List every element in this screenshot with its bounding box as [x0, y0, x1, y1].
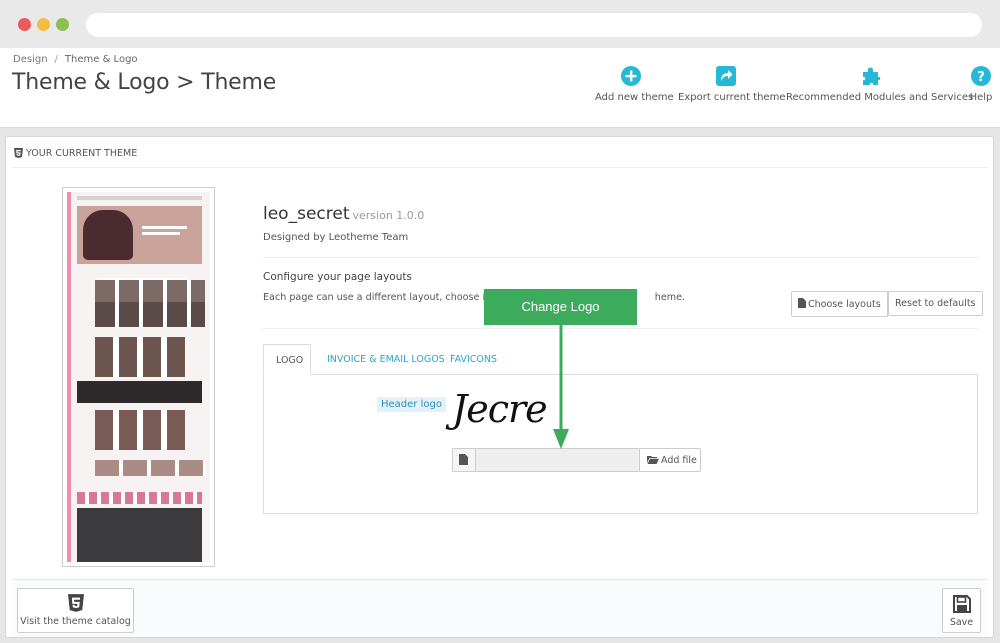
- address-bar[interactable]: [86, 13, 982, 37]
- file-icon: [798, 298, 806, 308]
- theme-preview-canvas: [67, 192, 210, 562]
- breadcrumb-separator: /: [54, 54, 58, 65]
- add-file-button[interactable]: Add file: [641, 449, 701, 471]
- save-label: Save: [949, 617, 974, 628]
- theme-name: leo_secret version 1.0.0: [263, 204, 424, 224]
- current-theme-panel: YOUR CURRENT THEME leo_secret version 1.0…: [5, 136, 994, 638]
- close-window-dot[interactable]: [18, 18, 31, 31]
- logo-file-name-input[interactable]: [476, 449, 640, 471]
- recommended-modules-button[interactable]: Recommended Modules and Services: [786, 66, 973, 103]
- header-logo-preview: Jecre: [452, 387, 548, 431]
- tab-invoice-email-logos[interactable]: INVOICE & EMAIL LOGOS: [315, 344, 457, 375]
- folder-open-icon: [647, 456, 659, 464]
- html5-icon: [14, 148, 23, 158]
- file-icon-box: [453, 449, 476, 471]
- breadcrumb-design-link[interactable]: Design: [13, 54, 48, 65]
- page-title: Theme & Logo > Theme: [12, 70, 277, 95]
- recommended-modules-label: Recommended Modules and Services: [786, 92, 974, 103]
- svg-text:?: ?: [977, 70, 985, 85]
- choose-layouts-button[interactable]: Choose layouts: [791, 291, 888, 317]
- theme-version: version 1.0.0: [352, 209, 425, 222]
- export-current-theme-button[interactable]: Export current theme: [678, 66, 785, 103]
- add-new-theme-button[interactable]: Add new theme: [595, 66, 674, 103]
- panel-heading: YOUR CURRENT THEME: [12, 142, 988, 168]
- breadcrumb: Design / Theme & Logo: [13, 54, 138, 65]
- logo-tab-content: Header logo Jecre Add file: [263, 374, 978, 514]
- maximize-window-dot[interactable]: [56, 18, 69, 31]
- logo-tabs: LOGO INVOICE & EMAIL LOGOS FAVICONS: [263, 344, 978, 375]
- add-file-label: Add file: [661, 455, 697, 466]
- tab-logo[interactable]: LOGO: [263, 344, 311, 375]
- theme-author: Designed by Leotheme Team: [263, 232, 409, 243]
- header-logo-label: Header logo: [377, 397, 446, 412]
- help-button[interactable]: ? Help: [968, 66, 994, 103]
- visit-theme-catalog-label: Visit the theme catalog: [20, 616, 131, 627]
- choose-layouts-label: Choose layouts: [808, 299, 881, 310]
- divider: [263, 328, 978, 329]
- theme-name-text: leo_secret: [263, 204, 350, 224]
- save-button[interactable]: Save: [942, 588, 981, 633]
- panel-footer: Visit the theme catalog Save: [12, 579, 988, 637]
- panel-heading-text: YOUR CURRENT THEME: [26, 148, 138, 159]
- plus-circle-icon: [621, 66, 641, 86]
- floppy-disk-icon: [952, 595, 971, 613]
- reset-to-defaults-button[interactable]: Reset to defaults: [888, 291, 983, 316]
- change-logo-callout: Change Logo: [484, 289, 637, 325]
- breadcrumb-current: Theme & Logo: [64, 54, 138, 65]
- visit-theme-catalog-button[interactable]: Visit the theme catalog: [17, 588, 134, 633]
- file-icon: [459, 454, 468, 465]
- layouts-description-tail: heme.: [654, 292, 686, 303]
- layouts-title: Configure your page layouts: [263, 271, 412, 283]
- layouts-description-text: Each page can use a different layout, ch…: [263, 292, 502, 303]
- browser-chrome: [0, 0, 1000, 48]
- export-current-theme-label: Export current theme: [678, 92, 786, 103]
- theme-preview-image: [62, 187, 215, 567]
- page-header: Design / Theme & Logo Theme & Logo > Theme…: [0, 48, 1000, 128]
- share-icon: [716, 66, 736, 86]
- callout-arrow-icon: [553, 325, 569, 449]
- minimize-window-dot[interactable]: [37, 18, 50, 31]
- help-label: Help: [969, 92, 993, 103]
- puzzle-icon: [863, 67, 881, 85]
- divider: [263, 257, 978, 258]
- tab-favicons[interactable]: FAVICONS: [438, 344, 509, 375]
- reset-to-defaults-label: Reset to defaults: [895, 298, 976, 309]
- html5-icon: [67, 594, 84, 612]
- add-new-theme-label: Add new theme: [595, 92, 674, 103]
- logo-file-upload: Add file: [452, 448, 701, 472]
- help-icon: ?: [971, 66, 991, 86]
